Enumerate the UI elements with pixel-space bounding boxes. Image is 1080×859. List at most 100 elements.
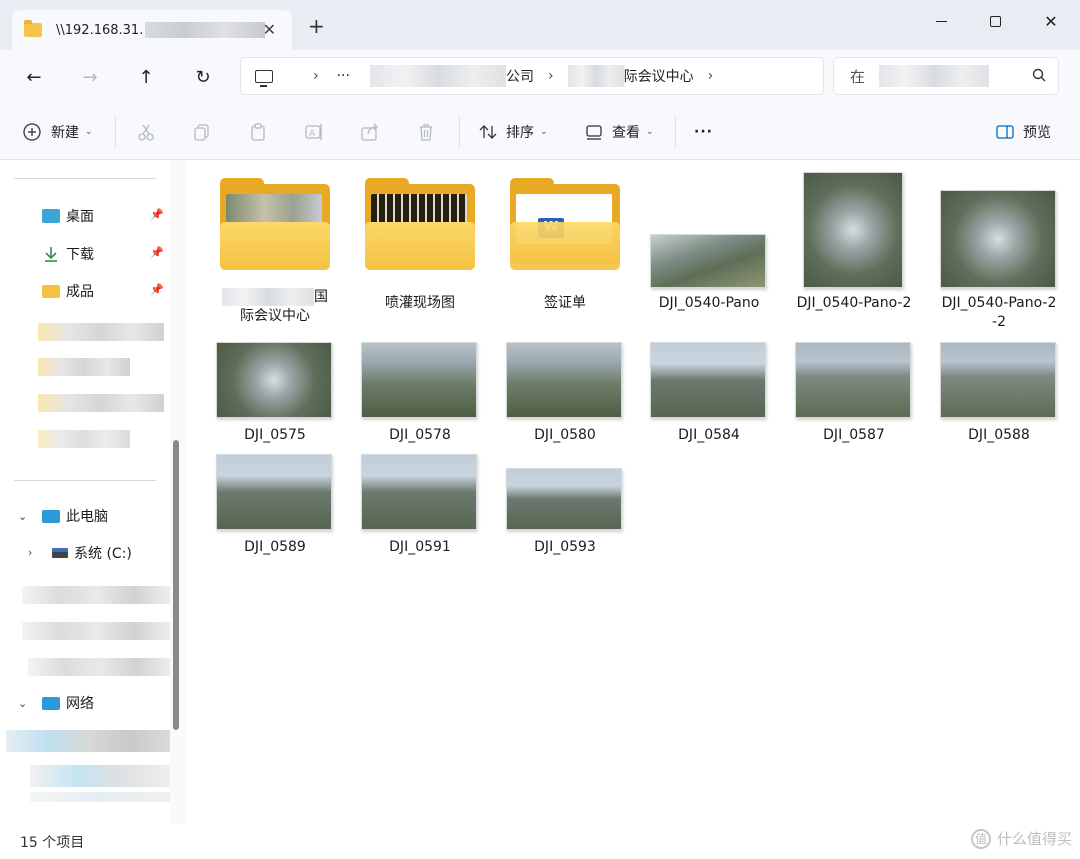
breadcrumb-redacted <box>567 65 624 87</box>
image-item[interactable]: DJI_0593 <box>500 454 630 559</box>
image-thumbnail <box>506 468 622 530</box>
navigation-pane: 桌面 📌 下载 📌 成品 📌 ⌄ 此电脑 › 系统 (C:) ⌄ 网络 <box>0 160 186 824</box>
maximize-button[interactable] <box>972 6 1018 36</box>
sidebar-item-downloads[interactable]: 下载 <box>42 239 186 269</box>
cut-button[interactable] <box>136 118 156 146</box>
sidebar-item-this-pc[interactable]: 此电脑 <box>42 501 186 531</box>
image-item[interactable]: DJI_0580 <box>500 342 630 447</box>
rename-icon: A <box>305 124 322 140</box>
network-icon <box>42 696 60 710</box>
item-label: DJI_0540-Pano <box>658 295 760 311</box>
item-label: DJI_0540-Pano-2 <box>941 295 1057 311</box>
folder-item[interactable]: 喷灌现场图 <box>355 178 485 314</box>
watermark-text: 什么值得买 <box>996 830 1072 848</box>
sidebar-item-label: 成品 <box>66 284 94 300</box>
view-icon <box>586 125 602 140</box>
image-item[interactable]: DJI_0578 <box>355 342 485 447</box>
sidebar-item-desktop[interactable]: 桌面 <box>42 201 186 231</box>
forward-button[interactable]: → <box>74 62 106 92</box>
tab-close-button[interactable]: ✕ <box>263 20 276 39</box>
watermark-logo-icon: 值 <box>970 828 991 849</box>
chevron-right-icon: › <box>313 68 319 84</box>
image-item[interactable]: DJI_0540-Pano-2 -2 <box>934 184 1064 334</box>
divider <box>675 116 676 148</box>
sidebar-item-system-c[interactable]: 系统 (C:) <box>52 538 186 568</box>
more-options-button[interactable]: ··· <box>694 118 713 146</box>
image-item[interactable]: DJI_0575 <box>210 342 340 447</box>
search-icon[interactable] <box>1032 68 1046 82</box>
sort-button[interactable]: 排序 ⌄ <box>478 118 548 146</box>
sidebar-item-network[interactable]: 网络 <box>42 688 186 718</box>
image-item[interactable]: DJI_0587 <box>789 342 919 447</box>
close-button[interactable]: ✕ <box>1028 6 1074 36</box>
folder-icon <box>220 178 330 270</box>
chevron-right-icon[interactable]: › <box>28 546 32 559</box>
computer-icon <box>255 69 273 87</box>
item-label: DJI_0589 <box>244 539 306 555</box>
preview-pane-icon <box>996 125 1014 139</box>
file-list: 国 际会议中心 喷灌现场图 W 签证单 DJI_0540-Pano DJI_05… <box>186 160 1080 824</box>
folder-item[interactable]: 国 际会议中心 <box>210 178 340 334</box>
tab-current[interactable]: \\192.168.31. ✕ <box>12 10 292 50</box>
view-button[interactable]: 查看 ⌄ <box>584 118 654 146</box>
preview-pane-button[interactable]: 预览 <box>995 118 1051 146</box>
image-item[interactable]: DJI_0584 <box>644 342 774 447</box>
image-thumbnail <box>650 342 766 418</box>
folder-item[interactable]: W 签证单 <box>500 178 630 314</box>
breadcrumb-company[interactable]: 公司 <box>506 66 534 86</box>
breadcrumb-more[interactable]: ··· <box>337 68 350 84</box>
minimize-icon <box>935 20 947 22</box>
item-label: DJI_0584 <box>678 427 740 443</box>
redacted-item <box>38 358 130 376</box>
item-count: 15 个项目 <box>20 835 85 851</box>
chevron-down-icon[interactable]: ⌄ <box>18 697 27 710</box>
sort-label: 排序 <box>506 125 534 141</box>
redacted-item <box>6 730 172 752</box>
image-item[interactable]: DJI_0591 <box>355 454 485 559</box>
image-item[interactable]: DJI_0540-Pano <box>644 184 774 314</box>
redacted-item <box>22 622 172 640</box>
breadcrumb-conference-center[interactable]: 际会议中心 <box>624 66 694 86</box>
refresh-button[interactable]: ↻ <box>187 62 219 92</box>
computer-icon <box>42 509 60 523</box>
drive-icon <box>52 548 68 558</box>
image-item[interactable]: DJI_0589 <box>210 454 340 559</box>
pin-icon[interactable]: 📌 <box>150 283 164 296</box>
image-item[interactable]: DJI_0540-Pano-2 <box>789 172 919 314</box>
address-bar[interactable]: › ··· 公司 › 际会议中心 › <box>240 57 824 95</box>
sort-icon <box>479 125 497 139</box>
rename-button[interactable]: A <box>304 118 324 146</box>
back-button[interactable]: ← <box>18 62 50 92</box>
redacted-item <box>38 323 164 341</box>
sidebar-item-finished[interactable]: 成品 <box>42 276 186 306</box>
paste-button[interactable] <box>248 118 268 146</box>
item-label: DJI_0593 <box>534 539 596 555</box>
pin-icon[interactable]: 📌 <box>150 208 164 221</box>
copy-button[interactable] <box>192 118 212 146</box>
up-button[interactable]: ↑ <box>130 62 162 92</box>
image-thumbnail <box>361 454 477 530</box>
image-thumbnail <box>940 342 1056 418</box>
item-label: -2 <box>992 314 1006 330</box>
chevron-down-icon: ⌄ <box>85 127 93 137</box>
pin-icon[interactable]: 📌 <box>150 246 164 259</box>
sidebar-scrollbar-thumb[interactable] <box>173 440 179 730</box>
item-label: DJI_0540-Pano-2 <box>796 295 912 311</box>
new-button[interactable]: 新建 ⌄ <box>22 118 93 146</box>
image-item[interactable]: DJI_0588 <box>934 342 1064 447</box>
sidebar-item-label: 此电脑 <box>66 509 108 525</box>
scissors-icon <box>138 124 154 141</box>
delete-button[interactable] <box>416 118 436 146</box>
image-thumbnail <box>795 342 911 418</box>
svg-text:A: A <box>309 129 316 139</box>
breadcrumb-redacted <box>369 65 506 87</box>
image-thumbnail <box>361 342 477 418</box>
navigation-bar: ← → ↑ ↻ › ··· 公司 › 际会议中心 › 在 <box>0 50 1080 104</box>
chevron-down-icon[interactable]: ⌄ <box>18 510 27 523</box>
sidebar-item-label: 下载 <box>66 247 94 263</box>
minimize-button[interactable] <box>918 6 964 36</box>
share-button[interactable] <box>360 118 380 146</box>
search-box[interactable]: 在 <box>833 57 1059 95</box>
item-label: 际会议中心 <box>240 308 310 324</box>
new-tab-button[interactable]: + <box>308 14 325 38</box>
